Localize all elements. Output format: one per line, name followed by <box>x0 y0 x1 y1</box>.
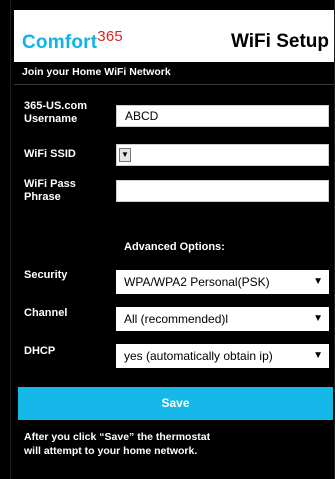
username-label-line1: 365-US.com <box>24 100 87 112</box>
passphrase-input[interactable] <box>116 180 329 202</box>
dhcp-dropdown-arrow-icon: ▼ <box>313 350 323 361</box>
dhcp-label: DHCP <box>24 345 56 357</box>
ssid-input[interactable]: ▼ <box>116 144 329 166</box>
security-selected-value: WPA/WPA2 Personal(PSK) <box>124 275 270 289</box>
dhcp-selected-value: yes (automatically obtain ip) <box>124 349 273 363</box>
page-title: WiFi Setup <box>231 31 329 52</box>
ssid-dropdown-arrow-icon[interactable]: ▼ <box>119 148 131 162</box>
ssid-label: WiFi SSID <box>24 148 76 160</box>
username-label-line2: Username <box>24 113 78 125</box>
logo-superscript: 365 <box>97 28 123 45</box>
save-info-note-line2: will attempt to your home network. <box>24 445 198 457</box>
logo-text: Comfort <box>22 32 98 53</box>
channel-selected-value: All (recommended)l <box>124 312 229 326</box>
passphrase-label-line1: WiFi Pass <box>24 178 76 190</box>
wifi-setup-screen: Comfort365 WiFi Setup Join your Home WiF… <box>0 0 335 479</box>
passphrase-label-line2: Phrase <box>24 191 61 203</box>
security-dropdown-arrow-icon: ▼ <box>313 276 323 287</box>
dhcp-select[interactable]: yes (automatically obtain ip) ▼ <box>116 344 329 368</box>
security-label: Security <box>24 269 68 281</box>
section-subtitle: Join your Home WiFi Network <box>22 66 171 78</box>
save-button[interactable]: Save <box>18 387 333 420</box>
comfort365-logo: Comfort365 <box>22 28 123 54</box>
username-input[interactable]: ABCD <box>116 105 329 127</box>
channel-dropdown-arrow-icon: ▼ <box>313 313 323 324</box>
channel-label: Channel <box>24 307 68 319</box>
advanced-options-heading: Advanced Options: <box>124 241 225 253</box>
channel-select[interactable]: All (recommended)l ▼ <box>116 307 329 331</box>
security-select[interactable]: WPA/WPA2 Personal(PSK) ▼ <box>116 270 329 294</box>
divider <box>14 84 335 85</box>
header-bar: Comfort365 WiFi Setup <box>14 10 335 62</box>
username-label: 365-US.com Username <box>24 100 87 126</box>
save-info-note: After you click “Save” the thermostat wi… <box>24 430 210 458</box>
passphrase-label: WiFi Pass Phrase <box>24 178 76 204</box>
save-info-note-line1: After you click “Save” the thermostat <box>24 431 211 443</box>
